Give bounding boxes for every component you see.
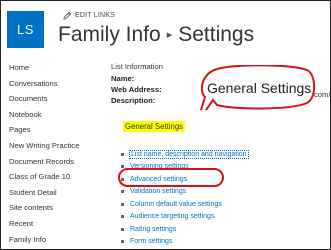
callout-label: General Settings bbox=[207, 80, 312, 96]
nav-item-recent[interactable]: Recent bbox=[9, 219, 105, 235]
edit-links-label: EDIT LINKS bbox=[75, 12, 115, 19]
title-page: Settings bbox=[178, 23, 255, 46]
bullet-icon bbox=[121, 190, 124, 194]
settings-link-list-name[interactable]: List name, description and navigation bbox=[121, 148, 249, 161]
settings-link-label: Form settings bbox=[130, 238, 173, 246]
quick-launch-nav: Home Conversations Documents Notebook Pa… bbox=[9, 63, 105, 249]
nav-item-pages[interactable]: Pages bbox=[9, 125, 105, 141]
page-title: Family Info ▸ Settings bbox=[58, 23, 254, 47]
nav-item-conversations[interactable]: Conversations bbox=[9, 79, 105, 95]
bullet-icon bbox=[121, 227, 124, 231]
bullet-icon bbox=[121, 202, 124, 206]
nav-item-family-info[interactable]: Family Info bbox=[9, 235, 105, 249]
nav-item-document-records[interactable]: Document Records bbox=[9, 157, 105, 173]
nav-item-site-contents[interactable]: Site contents bbox=[9, 203, 105, 219]
edit-links-button[interactable]: EDIT LINKS bbox=[63, 11, 115, 20]
settings-link-label: List name, description and navigation bbox=[129, 149, 249, 159]
breadcrumb-separator-icon: ▸ bbox=[166, 29, 173, 41]
general-settings-list: List name, description and navigation Ve… bbox=[121, 148, 249, 249]
bullet-icon bbox=[121, 215, 124, 219]
nav-item-documents[interactable]: Documents bbox=[9, 94, 105, 110]
site-logo[interactable]: LS bbox=[7, 11, 44, 48]
settings-link-label: Validation settings bbox=[130, 188, 187, 196]
nav-item-class-of-grade-10[interactable]: Class of Grade 10 bbox=[9, 172, 105, 188]
settings-link-validation[interactable]: Validation settings bbox=[121, 186, 248, 199]
nav-item-notebook[interactable]: Notebook bbox=[9, 110, 105, 126]
nav-item-home[interactable]: Home bbox=[9, 63, 105, 79]
nav-item-new-writing-practice[interactable]: New Writing Practice bbox=[9, 141, 105, 157]
bullet-icon bbox=[121, 240, 124, 244]
general-settings-heading: General Settings bbox=[123, 121, 186, 132]
settings-link-column-default[interactable]: Column default value settings bbox=[121, 198, 248, 211]
bullet-icon bbox=[121, 152, 124, 156]
advanced-settings-highlight-oval bbox=[118, 168, 224, 187]
settings-link-form[interactable]: Form settings bbox=[121, 236, 248, 249]
logo-initials: LS bbox=[17, 22, 34, 37]
settings-link-label: Audience targeting settings bbox=[130, 213, 215, 221]
settings-link-audience-targeting[interactable]: Audience targeting settings bbox=[121, 211, 248, 224]
settings-link-label: Rating settings bbox=[130, 225, 177, 233]
settings-link-label: Column default value settings bbox=[130, 200, 222, 208]
title-site-link[interactable]: Family Info bbox=[58, 23, 161, 46]
screenshot-frame: LS EDIT LINKS Family Info ▸ Settings Home … bbox=[0, 0, 331, 250]
settings-link-rating[interactable]: Rating settings bbox=[121, 223, 248, 236]
nav-item-student-detail[interactable]: Student Detail bbox=[9, 188, 105, 204]
pencil-icon bbox=[63, 11, 72, 20]
